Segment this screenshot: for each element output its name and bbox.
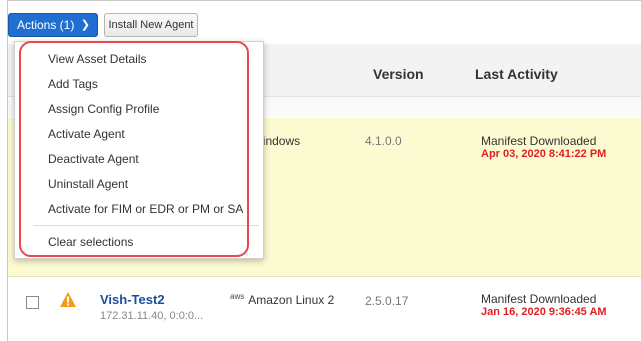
table-row[interactable]: Vish-Test2 172.31.11.40, 0:0:0... aws Ama… (8, 277, 641, 341)
activity-timestamp: Jan 16, 2020 9:36:45 AM (481, 306, 607, 318)
hostname-link[interactable]: Vish-Test2 (100, 292, 165, 307)
menu-item-activate-agent[interactable]: Activate Agent (48, 127, 125, 141)
aws-icon: aws (230, 292, 245, 301)
ip-address: 172.31.11.40, 0:0:0... (100, 310, 204, 322)
warning-icon (60, 292, 76, 312)
actions-dropdown-menu: View Asset Details Add Tags Assign Confi… (14, 41, 264, 259)
os-name: Amazon Linux 2 (248, 293, 335, 307)
column-header-version[interactable]: Version (373, 66, 424, 82)
menu-item-assign-config-profile[interactable]: Assign Config Profile (48, 102, 159, 116)
row-checkbox[interactable] (26, 296, 39, 309)
activity-cell: Manifest Downloaded (481, 292, 597, 306)
actions-button-label: Actions (1) (17, 18, 75, 32)
menu-item-activate-for-fim-edr-pm-sa[interactable]: Activate for FIM or EDR or PM or SA (48, 202, 243, 216)
install-new-agent-button[interactable]: Install New Agent (104, 13, 198, 37)
activity-timestamp: Apr 03, 2020 8:41:22 PM (481, 148, 607, 160)
chevron-down-icon: ❯ (80, 19, 90, 31)
menu-item-clear-selections[interactable]: Clear selections (48, 235, 133, 249)
os-cell: aws Amazon Linux 2 (230, 292, 334, 307)
menu-divider (33, 225, 259, 226)
toolbar (8, 1, 641, 41)
menu-item-deactivate-agent[interactable]: Deactivate Agent (48, 152, 139, 166)
version-cell: 2.5.0.17 (365, 294, 409, 308)
version-cell: 4.1.0.0 (365, 134, 402, 148)
menu-item-add-tags[interactable]: Add Tags (48, 77, 98, 91)
column-header-last-activity[interactable]: Last Activity (475, 66, 558, 82)
actions-button[interactable]: Actions (1) ❯ (8, 13, 98, 37)
menu-item-view-asset-details[interactable]: View Asset Details (48, 52, 147, 66)
menu-item-uninstall-agent[interactable]: Uninstall Agent (48, 177, 128, 191)
activity-cell: Manifest Downloaded (481, 134, 597, 148)
